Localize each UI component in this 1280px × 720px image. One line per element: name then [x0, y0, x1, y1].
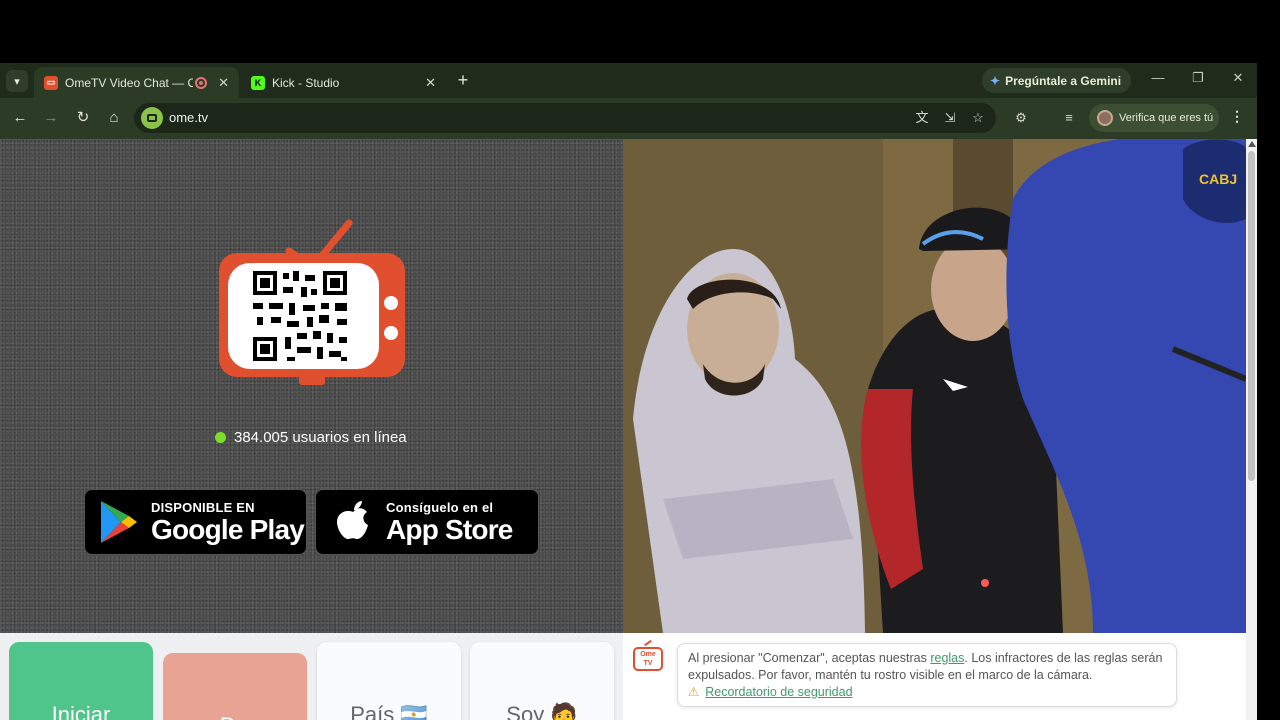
tv-qr-code[interactable]: [217, 217, 409, 389]
apple-icon: [337, 501, 368, 540]
app-store-big-text: App Store: [386, 513, 513, 545]
svg-text:CABJ: CABJ: [1199, 171, 1237, 187]
google-play-icon: [101, 501, 137, 543]
safety-reminder-link[interactable]: Recordatorio de seguridad: [705, 685, 852, 699]
gemini-label: Pregúntale a Gemini: [1005, 73, 1122, 88]
online-count-label: 384.005 usuarios en línea: [234, 429, 407, 446]
country-selector[interactable]: País 🇦🇷: [317, 642, 461, 720]
bookmark-star-icon[interactable]: ☆: [969, 109, 987, 127]
rules-text-before: Al presionar "Comenzar", aceptas nuestra…: [688, 651, 931, 665]
tab-close-icon[interactable]: ✕: [425, 75, 436, 91]
page-content: 384.005 usuarios en línea DISPONIBLE EN …: [0, 139, 1246, 720]
controls-bar: Iniciar P... País 🇦🇷 Soy 🧑: [0, 633, 623, 720]
google-play-button[interactable]: DISPONIBLE EN Google Play: [84, 489, 307, 555]
rules-link[interactable]: reglas: [930, 651, 964, 665]
page-scrollbar[interactable]: [1246, 139, 1257, 720]
restore-icon[interactable]: ❐: [1188, 70, 1208, 86]
tab-search-button[interactable]: ▾: [6, 70, 28, 92]
start-button[interactable]: Iniciar: [9, 642, 153, 720]
tab-title: OmeTV Video Chat — Ome: [65, 75, 193, 90]
google-play-small-text: DISPONIBLE EN: [151, 499, 255, 515]
app-store-small-text: Consíguelo en el: [386, 499, 494, 515]
stranger-video-feed: CABJ: [623, 139, 1246, 633]
site-info-icon[interactable]: [141, 107, 163, 129]
ometv-logo-icon: Ome TV: [633, 647, 663, 671]
verify-identity-button[interactable]: Verifica que eres tú: [1089, 104, 1219, 132]
next-button[interactable]: P...: [163, 653, 307, 720]
kick-favicon-icon: K: [251, 75, 265, 90]
extensions-icon[interactable]: ⚙: [1012, 109, 1030, 127]
screen-right-border: [1257, 63, 1280, 720]
verify-label: Verifica que eres tú: [1119, 112, 1214, 124]
profile-avatar: [1097, 110, 1113, 126]
translate-icon[interactable]: 文: [913, 109, 931, 127]
home-icon[interactable]: ⌂: [103, 107, 125, 129]
screen-top-border: [0, 0, 1280, 63]
rules-bubble: Al presionar "Comenzar", aceptas nuestra…: [677, 643, 1177, 707]
online-users-count: 384.005 usuarios en línea: [215, 429, 407, 446]
rules-notice-area: Ome TV Al presionar "Comenzar", aceptas …: [623, 633, 1246, 720]
new-tab-button[interactable]: +: [452, 70, 474, 92]
reload-icon[interactable]: ↻: [72, 107, 94, 129]
install-app-icon[interactable]: ⇲: [941, 109, 959, 127]
forward-arrow-icon[interactable]: →: [40, 107, 62, 129]
gemini-sparkle-icon: ✦: [990, 73, 1001, 88]
gender-selector[interactable]: Soy 🧑: [470, 642, 614, 720]
tab-close-icon[interactable]: ✕: [218, 75, 229, 91]
online-status-icon: [215, 432, 226, 443]
media-controls-icon[interactable]: ≡: [1060, 109, 1078, 127]
scrollbar-thumb[interactable]: [1248, 151, 1255, 481]
app-store-button[interactable]: Consíguelo en el App Store: [315, 489, 539, 555]
url-text[interactable]: ome.tv: [169, 110, 208, 125]
minimize-icon[interactable]: —: [1148, 70, 1168, 85]
scroll-up-icon[interactable]: [1248, 141, 1256, 147]
tab-ometv[interactable]: ▭ OmeTV Video Chat — Ome ✕: [34, 67, 239, 98]
recording-icon: [195, 76, 207, 89]
gemini-button[interactable]: ✦ Pregúntale a Gemini: [982, 68, 1132, 93]
warning-icon: ⚠: [688, 685, 700, 699]
browser-menu-icon[interactable]: ⋮: [1230, 108, 1244, 125]
window-close-icon[interactable]: ✕: [1228, 70, 1248, 86]
address-bar[interactable]: [134, 103, 996, 133]
tab-title: Kick - Studio: [272, 75, 340, 90]
back-arrow-icon[interactable]: ←: [9, 107, 31, 129]
ometv-favicon-icon: ▭: [44, 75, 58, 90]
tab-kick-studio[interactable]: K Kick - Studio ✕: [241, 67, 446, 98]
static-noise-panel: 384.005 usuarios en línea DISPONIBLE EN …: [0, 139, 623, 633]
google-play-big-text: Google Play: [151, 513, 305, 545]
